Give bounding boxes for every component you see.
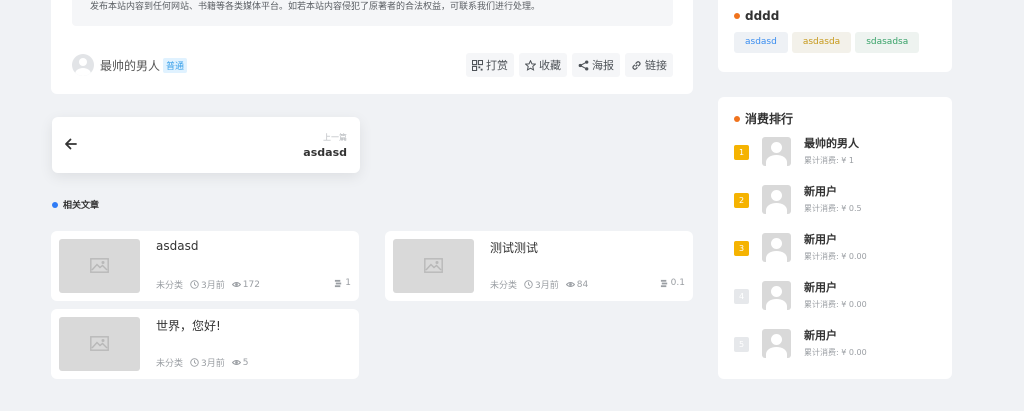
rank-number: 3 [734,241,749,256]
spending-ranking-widget: 消费排行 1 最帅的男人 累计消费: ¥ 1 2 新用户 累计消费: ¥ 0.5… [718,97,952,379]
user-avatar[interactable] [762,281,791,310]
user-total-spent: 累计消费: ¥ 0.00 [804,300,867,309]
user-name[interactable]: 最帅的男人 [804,135,859,151]
user-total-spent: 累计消费: ¥ 0.00 [804,348,867,357]
post-price: 0.1 [660,278,685,288]
coins-icon [335,279,342,287]
related-post-item[interactable]: 世界，您好! 未分类 3月前 5 [51,309,359,379]
eye-icon [565,282,575,287]
post-price: 1 [334,278,351,288]
author-name[interactable]: 最帅的男人 [100,57,160,74]
user-avatar[interactable] [762,233,791,262]
post-thumbnail[interactable] [59,239,140,293]
reward-label: 打赏 [486,59,508,72]
related-posts-heading: 相关文章 [52,198,99,211]
article-footer-card: 发布本站内容到任何网站、书籍等各类媒体平台。如若本站内容侵犯了原著者的合法权益，… [51,0,693,94]
post-price-value: 0.1 [670,278,685,288]
post-time: 3月前 [535,281,559,291]
related-posts-title: 相关文章 [63,201,100,211]
tag-item[interactable]: asdasda [791,32,852,53]
star-icon [525,59,536,71]
post-title[interactable]: asdasd [156,239,198,253]
clock-icon [524,280,533,289]
link-icon [632,60,641,70]
eye-icon [231,360,241,365]
user-avatar[interactable] [762,185,791,214]
clock-icon [190,280,199,289]
bullet-dot-icon [52,201,58,208]
tags-widget-title: dddd [745,9,780,23]
rank-number: 1 [734,145,749,160]
coins-icon [660,279,667,287]
bullet-dot-icon [734,115,740,122]
copy-link-label: 链接 [645,59,667,72]
ranking-item[interactable]: 5 新用户 累计消费: ¥ 0.00 [734,327,944,359]
post-title[interactable]: 测试测试 [490,239,538,256]
post-time: 3月前 [201,359,225,369]
user-total-spent: 累计消费: ¥ 0.00 [804,252,867,261]
previous-post-title[interactable]: asdasd [303,146,347,159]
article-actions: 打赏 收藏 海报 链接 [466,53,673,77]
ranking-item[interactable]: 1 最帅的男人 累计消费: ¥ 1 [734,135,944,167]
user-name[interactable]: 新用户 [804,231,837,247]
share-icon [578,59,589,71]
user-name[interactable]: 新用户 [804,183,837,199]
previous-post-link[interactable]: 上一篇 asdasd [52,117,360,173]
favorite-label: 收藏 [539,59,561,72]
favorite-button[interactable]: 收藏 [519,53,567,77]
post-views: 5 [242,357,249,368]
previous-post-label: 上一篇 [323,133,347,142]
user-name[interactable]: 新用户 [804,279,837,295]
rank-number: 2 [734,193,749,208]
post-meta: 未分类 3月前 172 [156,278,260,292]
qrcode-icon [472,59,483,71]
poster-button[interactable]: 海报 [572,53,620,77]
author-info[interactable]: 最帅的男人 普通 [72,54,188,76]
post-thumbnail[interactable] [59,317,140,371]
image-placeholder-icon [90,258,109,273]
image-placeholder-icon [424,258,443,273]
ranking-item[interactable]: 3 新用户 累计消费: ¥ 0.00 [734,231,944,263]
post-views: 172 [242,279,260,290]
copyright-notice: 发布本站内容到任何网站、书籍等各类媒体平台。如若本站内容侵犯了原著者的合法权益，… [72,0,673,26]
rank-number: 4 [734,289,749,304]
post-category[interactable]: 未分类 [490,278,517,291]
tag-list: asdasd asdasda sdasadsa [734,32,920,53]
post-meta: 未分类 3月前 84 [490,278,589,292]
user-name[interactable]: 新用户 [804,327,837,343]
ranking-heading: 消费排行 [734,110,793,127]
related-post-item[interactable]: 测试测试 未分类 3月前 84 0.1 [385,231,693,301]
reward-button[interactable]: 打赏 [466,53,514,77]
eye-icon [231,282,241,287]
ranking-item[interactable]: 4 新用户 累计消费: ¥ 0.00 [734,279,944,311]
author-level-badge: 普通 [163,57,188,73]
ranking-title: 消费排行 [745,112,794,126]
post-price-value: 1 [345,278,351,288]
user-avatar[interactable] [762,329,791,358]
tags-widget-heading: dddd [734,9,779,23]
bullet-dot-icon [734,13,740,19]
user-total-spent: 累计消费: ¥ 1 [804,156,854,165]
poster-label: 海报 [592,59,614,72]
related-post-item[interactable]: asdasd 未分类 3月前 172 1 [51,231,359,301]
user-total-spent: 累计消费: ¥ 0.5 [804,204,862,213]
arrow-left-icon [65,138,77,150]
tag-item[interactable]: asdasd [734,32,788,53]
post-time: 3月前 [201,281,225,291]
clock-icon [190,358,199,367]
ranking-item[interactable]: 2 新用户 累计消费: ¥ 0.5 [734,183,944,215]
tags-widget: dddd asdasd asdasda sdasadsa [718,0,952,72]
post-category[interactable]: 未分类 [156,278,183,291]
tag-item[interactable]: sdasadsa [855,32,920,53]
author-avatar[interactable] [72,54,94,76]
rank-number: 5 [734,337,749,352]
post-title[interactable]: 世界，您好! [156,317,221,334]
image-placeholder-icon [90,336,109,351]
user-avatar[interactable] [762,137,791,166]
post-thumbnail[interactable] [393,239,474,293]
post-meta: 未分类 3月前 5 [156,356,249,370]
copy-link-button[interactable]: 链接 [625,53,673,77]
post-category[interactable]: 未分类 [156,356,183,369]
post-views: 84 [576,279,589,290]
